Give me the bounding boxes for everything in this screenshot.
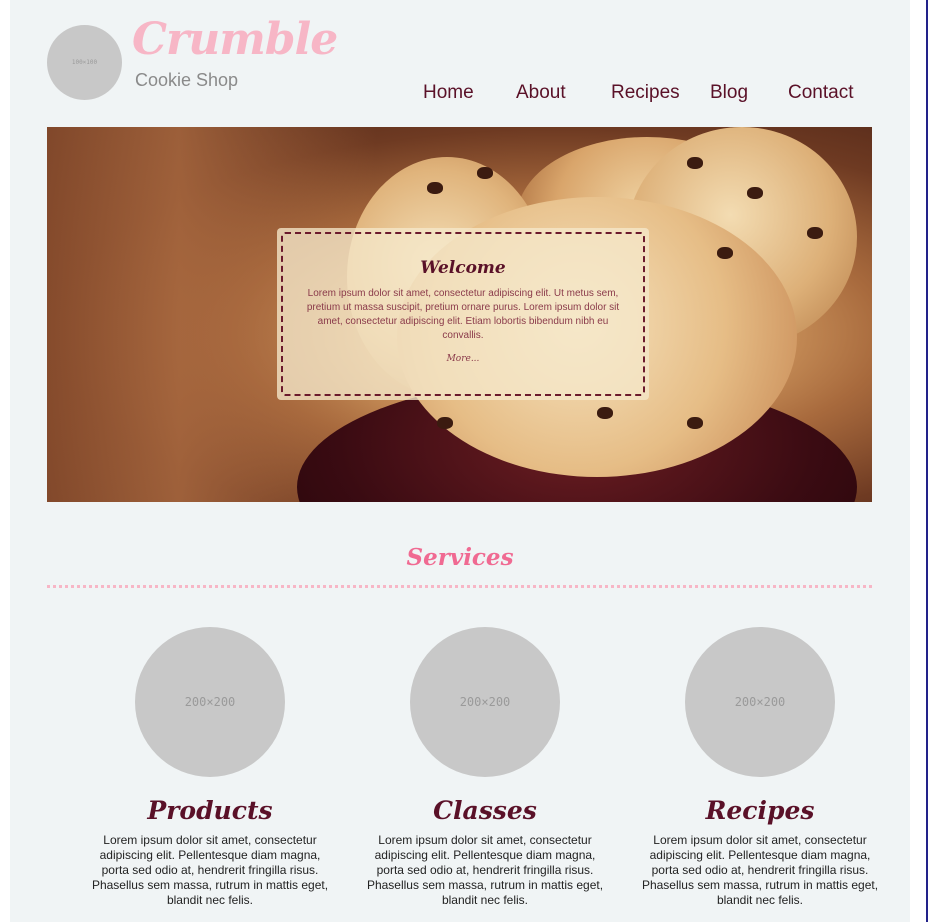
main-nav: Home About Recipes Blog Contact — [10, 82, 910, 108]
page-container: 100×100 Crumble Cookie Shop Home About R… — [10, 0, 910, 922]
window-edge — [926, 0, 928, 922]
welcome-card: Welcome Lorem ipsum dolor sit amet, cons… — [277, 228, 649, 400]
welcome-more-link[interactable]: More... — [277, 354, 649, 364]
service-title[interactable]: Recipes — [635, 797, 885, 825]
logo-placeholder-label: 100×100 — [71, 59, 98, 66]
service-image-placeholder-label: 200×200 — [734, 695, 786, 709]
service-image-placeholder-label: 200×200 — [184, 695, 236, 709]
nav-item-about[interactable]: About — [516, 82, 566, 104]
service-title[interactable]: Products — [85, 797, 335, 825]
hero-chocolate-chip — [427, 182, 443, 194]
hero-chocolate-chip — [597, 407, 613, 419]
hero-chocolate-chip — [687, 157, 703, 169]
service-title[interactable]: Classes — [360, 797, 610, 825]
services-heading: Services — [406, 544, 514, 571]
service-image-placeholder[interactable]: 200×200 — [135, 627, 285, 777]
nav-item-contact[interactable]: Contact — [788, 82, 853, 104]
service-text: Lorem ipsum dolor sit amet, consectetur … — [641, 833, 879, 907]
nav-item-home[interactable]: Home — [423, 82, 474, 104]
nav-item-blog[interactable]: Blog — [710, 82, 748, 104]
hero-banner: Welcome Lorem ipsum dolor sit amet, cons… — [47, 127, 872, 502]
service-image-placeholder[interactable]: 200×200 — [685, 627, 835, 777]
hero-chocolate-chip — [437, 417, 453, 429]
services-divider — [47, 585, 872, 588]
service-image-placeholder[interactable]: 200×200 — [410, 627, 560, 777]
brand-title[interactable]: Crumble — [132, 14, 338, 65]
hero-chocolate-chip — [687, 417, 703, 429]
hero-chocolate-chip — [477, 167, 493, 179]
service-card-products: 200×200 Products Lorem ipsum dolor sit a… — [85, 627, 335, 908]
service-text: Lorem ipsum dolor sit amet, consectetur … — [91, 833, 329, 907]
hero-chocolate-chip — [717, 247, 733, 259]
service-image-placeholder-label: 200×200 — [459, 695, 511, 709]
welcome-text: Lorem ipsum dolor sit amet, consectetur … — [306, 288, 620, 341]
hero-chocolate-chip — [807, 227, 823, 239]
service-card-recipes: 200×200 Recipes Lorem ipsum dolor sit am… — [635, 627, 885, 908]
service-card-classes: 200×200 Classes Lorem ipsum dolor sit am… — [360, 627, 610, 908]
welcome-title: Welcome — [420, 258, 506, 278]
nav-item-recipes[interactable]: Recipes — [611, 82, 680, 104]
hero-chocolate-chip — [747, 187, 763, 199]
service-text: Lorem ipsum dolor sit amet, consectetur … — [366, 833, 604, 907]
